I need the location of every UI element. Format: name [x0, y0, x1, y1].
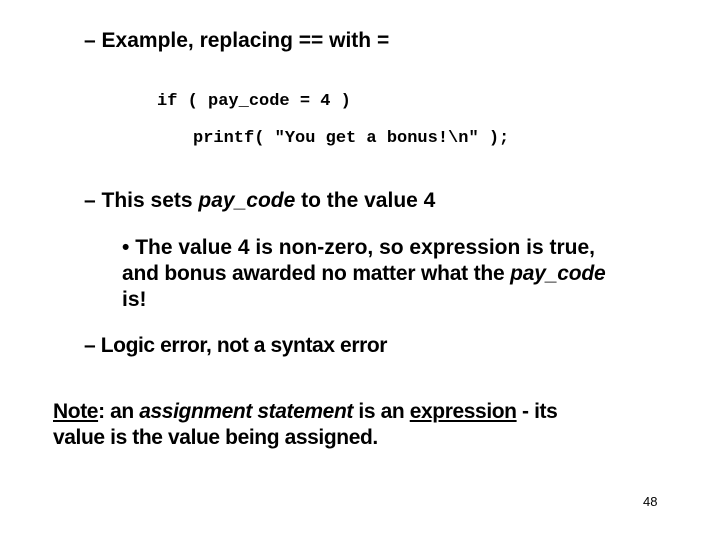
code-line-if: if ( pay_code = 4 ) — [157, 92, 351, 111]
sets-point-variable: pay_code — [198, 189, 296, 212]
sets-point: – This sets pay_code to the value 4 — [84, 188, 435, 214]
page-number: 48 — [643, 494, 658, 509]
note-text-2: is an — [352, 400, 410, 423]
bullet-variable: pay_code — [510, 262, 606, 285]
note-text-1: : an — [98, 400, 140, 423]
logic-point-text: Logic error, not a syntax error — [100, 334, 388, 357]
bullet-line-2: and bonus awarded no matter what the pay… — [122, 261, 606, 287]
note-italic-term: assignment statement — [139, 400, 353, 423]
code-line-printf: printf( "You get a bonus!\n" ); — [193, 129, 510, 148]
bullet-line-3: is! — [122, 288, 147, 311]
bullet-line-1: • The value 4 is non-zero, so expression… — [122, 235, 595, 261]
example-heading: – Example, replacing == with = — [84, 28, 389, 54]
logic-point: – Logic error, not a syntax error — [84, 333, 387, 359]
note-line-1: Note: an assignment statement is an expr… — [53, 399, 558, 425]
dash-marker: – — [84, 334, 96, 357]
bullet-line-1-text: The value 4 is non-zero, so expression i… — [135, 236, 596, 259]
bullet-line-2-text: and bonus awarded no matter what the — [122, 262, 511, 285]
example-heading-text: Example, replacing == with = — [101, 29, 390, 52]
note-text-3: - its — [516, 400, 558, 423]
bullet-marker: • — [122, 236, 130, 259]
dash-marker: – — [84, 189, 96, 212]
dash-marker: – — [84, 29, 96, 52]
note-underlined-term: expression — [409, 400, 517, 423]
note-label: Note — [53, 400, 99, 423]
note-line-2: value is the value being assigned. — [53, 426, 378, 449]
sets-point-text-before: This sets — [101, 189, 199, 212]
sets-point-text-after: to the value 4 — [295, 189, 436, 212]
